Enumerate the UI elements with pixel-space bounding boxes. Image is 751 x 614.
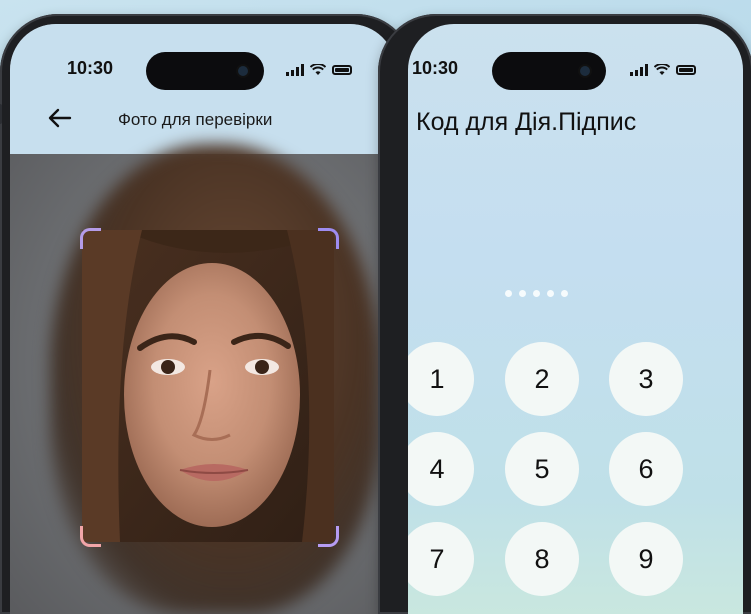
key-7[interactable]: 7 <box>408 522 474 596</box>
dynamic-island <box>492 52 606 90</box>
frame-corner-top-right <box>318 228 339 249</box>
key-9[interactable]: 9 <box>609 522 683 596</box>
camera-icon <box>238 66 248 76</box>
key-3[interactable]: 3 <box>609 342 683 416</box>
status-time: 10:30 <box>67 58 114 78</box>
status-time: 10:30 <box>412 58 459 78</box>
dynamic-island <box>146 52 264 90</box>
frame-corner-bottom-left <box>80 526 101 547</box>
key-1[interactable]: 1 <box>408 342 474 416</box>
face-capture-frame <box>82 230 334 542</box>
battery-icon <box>332 65 352 75</box>
key-8[interactable]: 8 <box>505 522 579 596</box>
wifi-icon <box>654 64 670 75</box>
key-2[interactable]: 2 <box>505 342 579 416</box>
status-icons <box>630 64 696 76</box>
pin-dot <box>519 290 526 297</box>
page-title: Код для Дія.Підпис <box>416 108 637 136</box>
pin-dot <box>533 290 540 297</box>
wifi-icon <box>310 64 326 75</box>
photo-verification-screen: 10:30 Фото для перевірки <box>10 24 396 614</box>
frame-corner-top-left <box>80 228 101 249</box>
arrow-left-icon[interactable] <box>46 104 74 132</box>
key-6[interactable]: 6 <box>609 432 683 506</box>
face-photo <box>82 230 334 542</box>
phone-left: 10:30 Фото для перевірки <box>0 14 414 614</box>
key-5[interactable]: 5 <box>505 432 579 506</box>
key-4[interactable]: 4 <box>408 432 474 506</box>
pin-dot <box>561 290 568 297</box>
status-icons <box>286 64 352 76</box>
phone-right: 10:30 Код для Дія.Підпис 1 2 3 4 5 6 7 8… <box>378 14 751 614</box>
signal-icon <box>630 64 648 76</box>
page-title: Фото для перевірки <box>118 110 273 129</box>
battery-icon <box>676 65 696 75</box>
camera-icon <box>580 66 590 76</box>
camera-viewfinder <box>10 144 396 614</box>
pin-dot <box>505 290 512 297</box>
pin-code-screen: 10:30 Код для Дія.Підпис 1 2 3 4 5 6 7 8… <box>408 24 743 614</box>
signal-icon <box>286 64 304 76</box>
side-button <box>0 104 2 124</box>
pin-indicator <box>505 290 568 297</box>
pin-dot <box>547 290 554 297</box>
frame-corner-bottom-right <box>318 526 339 547</box>
